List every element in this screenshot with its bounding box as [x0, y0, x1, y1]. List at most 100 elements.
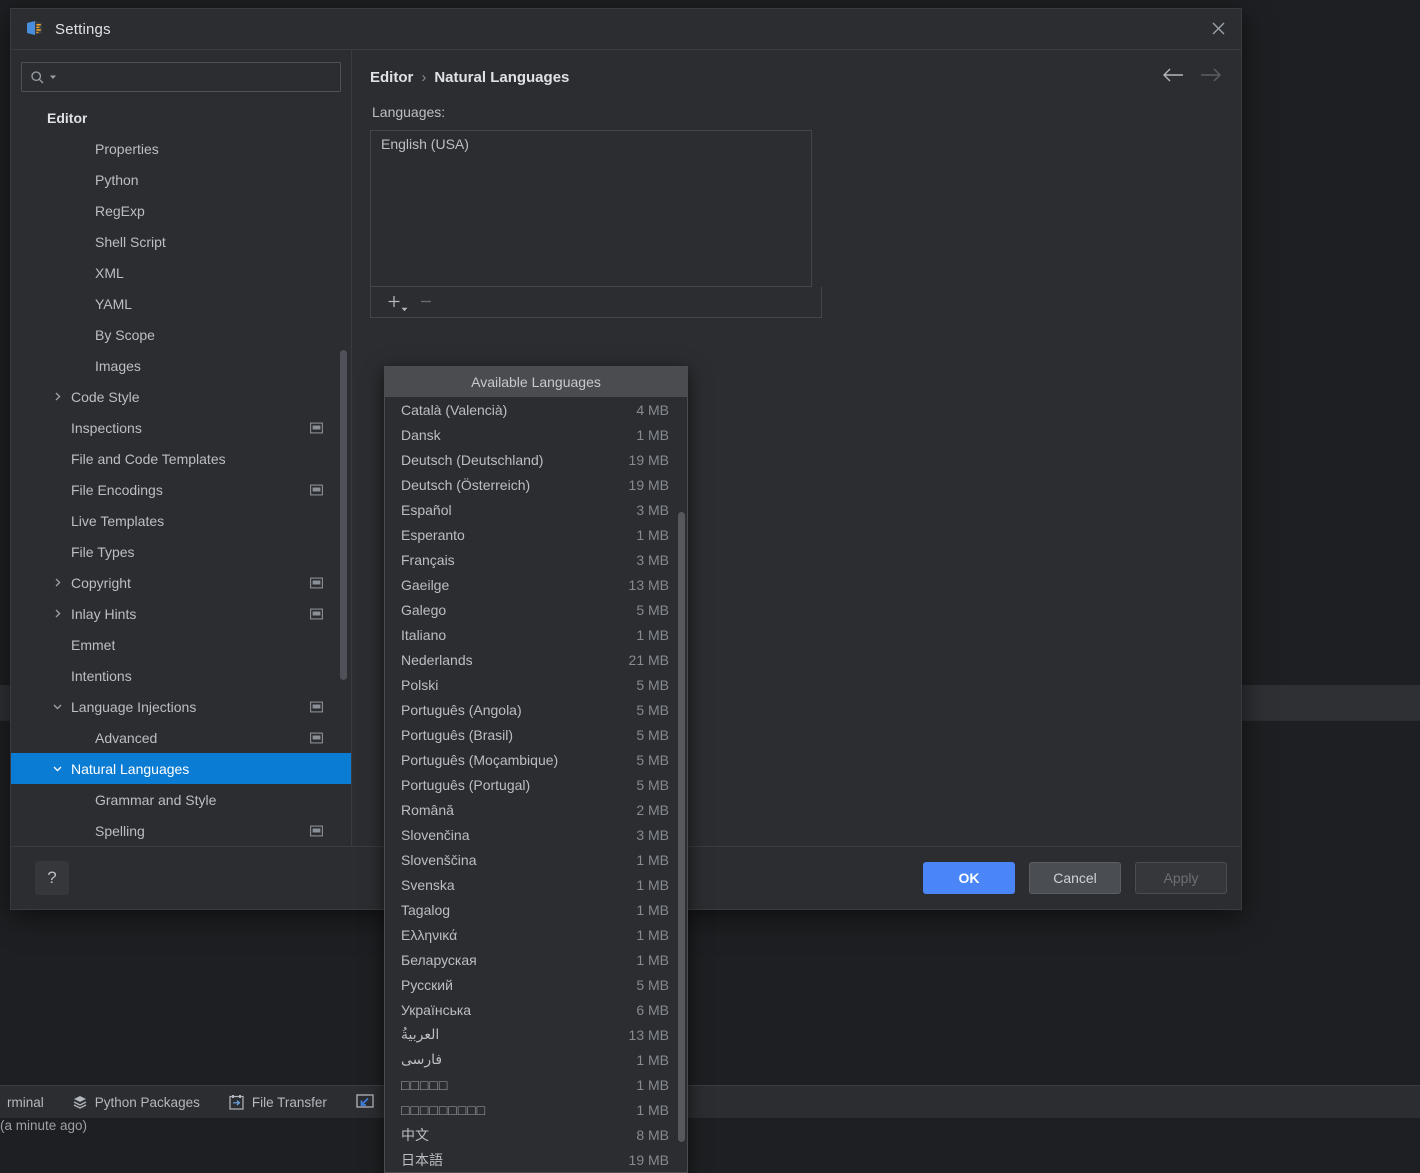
available-language-row[interactable]: Deutsch (Österreich) 19 MB	[385, 472, 687, 497]
add-dropdown-arrow-icon[interactable]	[401, 306, 408, 313]
sidebar-item-editor[interactable]: Editor	[11, 102, 351, 133]
cancel-button[interactable]: Cancel	[1029, 862, 1121, 894]
available-language-row[interactable]: Беларуская 1 MB	[385, 947, 687, 972]
sidebar-item-spelling[interactable]: Spelling	[11, 815, 351, 846]
sidebar-scrollbar-thumb[interactable]	[340, 350, 347, 680]
close-icon[interactable]	[1195, 9, 1241, 48]
sidebar-item-live-templates[interactable]: Live Templates	[11, 505, 351, 536]
available-language-size: 1 MB	[636, 951, 669, 968]
available-language-row[interactable]: Esperanto 1 MB	[385, 522, 687, 547]
available-language-row[interactable]: Español 3 MB	[385, 497, 687, 522]
tool-window-python-packages-label: Python Packages	[94, 1094, 200, 1110]
sidebar-item-code-style[interactable]: Code Style	[11, 381, 351, 412]
sidebar-item-file-encodings[interactable]: File Encodings	[11, 474, 351, 505]
available-language-size: 5 MB	[636, 601, 669, 618]
search-dropdown-arrow-icon[interactable]	[49, 73, 57, 81]
add-language-button[interactable]	[381, 290, 408, 314]
available-language-size: 1 MB	[636, 426, 669, 443]
tool-window-terminal[interactable]: rminal	[0, 1086, 58, 1118]
available-language-row[interactable]: Nederlands 21 MB	[385, 647, 687, 672]
available-language-row[interactable]: Français 3 MB	[385, 547, 687, 572]
available-language-row[interactable]: Català (Valencià) 4 MB	[385, 397, 687, 422]
available-language-row[interactable]: Svenska 1 MB	[385, 872, 687, 897]
available-language-row[interactable]: فارسی 1 MB	[385, 1047, 687, 1072]
sidebar-item-xml[interactable]: XML	[11, 257, 351, 288]
available-language-row[interactable]: 日本語 19 MB	[385, 1147, 687, 1172]
available-language-row[interactable]: Galego 5 MB	[385, 597, 687, 622]
available-language-row[interactable]: Português (Angola) 5 MB	[385, 697, 687, 722]
available-language-row[interactable]: Deutsch (Deutschland) 19 MB	[385, 447, 687, 472]
sidebar-item-language-injections[interactable]: Language Injections	[11, 691, 351, 722]
sidebar-item-images[interactable]: Images	[11, 350, 351, 381]
available-language-size: 3 MB	[636, 501, 669, 518]
available-language-row[interactable]: Slovenčina 3 MB	[385, 822, 687, 847]
sidebar-item-grammar-and-style[interactable]: Grammar and Style	[11, 784, 351, 815]
available-language-row[interactable]: Gaeilge 13 MB	[385, 572, 687, 597]
available-language-row[interactable]: Română 2 MB	[385, 797, 687, 822]
navigation-arrows	[1161, 66, 1223, 84]
sidebar-item-label: RegExp	[95, 202, 145, 219]
tool-window-python-packages[interactable]: Python Packages	[58, 1086, 214, 1118]
available-language-row[interactable]: □□□□□ 1 MB	[385, 1072, 687, 1097]
search-box[interactable]	[21, 62, 341, 92]
available-language-name: Українська	[401, 1001, 472, 1018]
available-language-name: Polski	[401, 676, 439, 693]
available-language-row[interactable]: Русский 5 MB	[385, 972, 687, 997]
installed-languages-list[interactable]: English (USA)	[370, 130, 812, 287]
help-button[interactable]: ?	[35, 861, 69, 895]
available-language-size: 1 MB	[636, 626, 669, 643]
sidebar-item-file-types[interactable]: File Types	[11, 536, 351, 567]
popup-scrollbar-thumb[interactable]	[678, 512, 685, 1142]
available-language-name: Беларуская	[401, 951, 477, 968]
search-input[interactable]	[61, 64, 332, 90]
chevron-right-icon[interactable]	[49, 577, 65, 588]
sidebar-item-properties[interactable]: Properties	[11, 133, 351, 164]
sidebar-item-regexp[interactable]: RegExp	[11, 195, 351, 226]
installed-language-item[interactable]: English (USA)	[371, 131, 811, 157]
tool-window-file-transfer[interactable]: File Transfer	[214, 1086, 341, 1118]
sidebar-item-intentions[interactable]: Intentions	[11, 660, 351, 691]
ok-button[interactable]: OK	[923, 862, 1015, 894]
available-language-row[interactable]: Tagalog 1 MB	[385, 897, 687, 922]
sidebar-item-label: Natural Languages	[71, 760, 190, 777]
available-language-name: العربيةُ	[401, 1026, 440, 1042]
sidebar-item-inlay-hints[interactable]: Inlay Hints	[11, 598, 351, 629]
sidebar-item-label: Python	[95, 171, 139, 188]
sidebar-item-python[interactable]: Python	[11, 164, 351, 195]
sidebar-item-natural-languages[interactable]: Natural Languages	[11, 753, 351, 784]
sidebar-item-emmet[interactable]: Emmet	[11, 629, 351, 660]
chevron-down-icon[interactable]	[49, 701, 65, 712]
available-language-row[interactable]: Português (Moçambique) 5 MB	[385, 747, 687, 772]
sidebar-scrollbar[interactable]	[340, 50, 349, 848]
available-language-row[interactable]: □□□□□□□□□ 1 MB	[385, 1097, 687, 1122]
sidebar-item-by-scope[interactable]: By Scope	[11, 319, 351, 350]
sidebar-item-inspections[interactable]: Inspections	[11, 412, 351, 443]
available-language-row[interactable]: Dansk 1 MB	[385, 422, 687, 447]
chevron-right-icon[interactable]	[49, 608, 65, 619]
chevron-down-icon[interactable]	[49, 763, 65, 774]
chevron-right-icon[interactable]	[49, 391, 65, 402]
sidebar-item-advanced[interactable]: Advanced	[11, 722, 351, 753]
available-language-row[interactable]: Português (Portugal) 5 MB	[385, 772, 687, 797]
sidebar-item-shell-script[interactable]: Shell Script	[11, 226, 351, 257]
available-language-name: Deutsch (Österreich)	[401, 476, 531, 493]
available-language-name: Català (Valencià)	[401, 401, 508, 418]
arrow-left-icon[interactable]	[1161, 66, 1185, 84]
sidebar-item-yaml[interactable]: YAML	[11, 288, 351, 319]
sidebar-item-copyright[interactable]: Copyright	[11, 567, 351, 598]
available-language-name: Português (Moçambique)	[401, 751, 559, 768]
available-language-row[interactable]: Italiano 1 MB	[385, 622, 687, 647]
breadcrumb-root[interactable]: Editor	[370, 69, 413, 86]
dialog-body: Editor Properties Python RegExp Shell Script…	[11, 50, 1241, 1173]
available-language-row[interactable]: Українська 6 MB	[385, 997, 687, 1022]
languages-list-toolbar	[370, 287, 822, 318]
available-language-row[interactable]: العربيةُ 13 MB	[385, 1022, 687, 1047]
sidebar-item-file-and-code-templates[interactable]: File and Code Templates	[11, 443, 351, 474]
available-language-row[interactable]: Polski 5 MB	[385, 672, 687, 697]
available-language-row[interactable]: Português (Brasil) 5 MB	[385, 722, 687, 747]
available-language-row[interactable]: Ελληνικά 1 MB	[385, 922, 687, 947]
available-language-name: Slovenčina	[401, 826, 470, 843]
available-language-row[interactable]: Slovenščina 1 MB	[385, 847, 687, 872]
available-language-size: 1 MB	[636, 1076, 669, 1093]
sidebar-item-label: XML	[95, 264, 124, 281]
